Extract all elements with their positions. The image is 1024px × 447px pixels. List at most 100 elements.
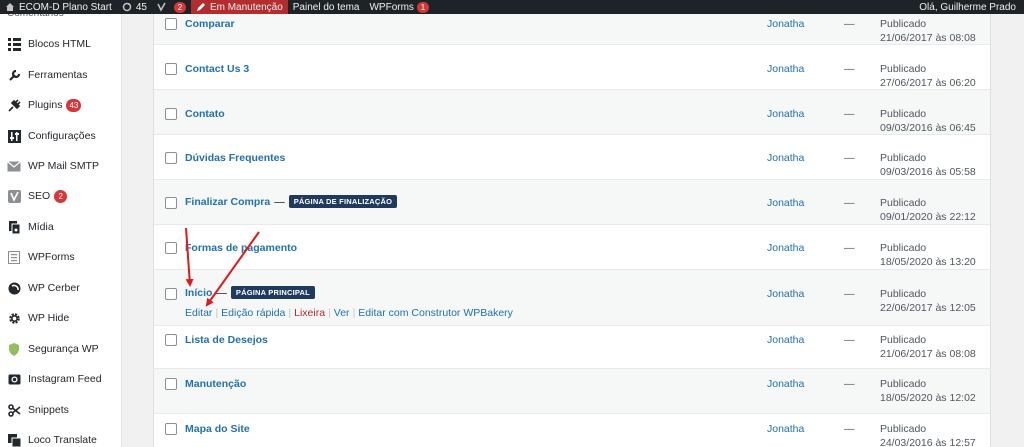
page-title-link[interactable]: Formas de pagamento	[185, 242, 297, 254]
sidebar-item-blocos-html[interactable]: Blocos HTML	[0, 29, 122, 59]
yoast-icon	[7, 189, 21, 203]
author-link[interactable]: Jonatha	[767, 334, 804, 346]
sidebar-label: Snippets	[28, 404, 69, 416]
media-icon	[7, 220, 21, 234]
table-row: Manutenção Jonatha — Publicado 18/05/202…	[154, 369, 990, 414]
refresh-icon	[122, 2, 132, 12]
account-link[interactable]: Olá, Guilherme Prado	[914, 0, 1024, 14]
sidebar-item-snippets[interactable]: Snippets	[0, 395, 122, 425]
sidebar-item-configuracoes[interactable]: Configurações	[0, 121, 122, 151]
maintenance-link[interactable]: Em Manutenção	[190, 0, 288, 14]
date-text: 18/05/2020 às 13:20	[880, 256, 976, 268]
page-title-link[interactable]: Início	[185, 287, 212, 299]
sidebar-item-loco-translate[interactable]: Loco Translate	[0, 425, 122, 447]
sidebar-item-wp-hide[interactable]: WP Hide	[0, 303, 122, 333]
row-checkbox[interactable]	[165, 378, 177, 390]
admin-sidebar: Comentários Blocos HTML Ferramentas Plug…	[0, 8, 122, 447]
sidebar-item-seo[interactable]: SEO 2	[0, 181, 122, 211]
trash-link[interactable]: Lixeira	[294, 307, 325, 319]
gear-icon	[7, 311, 21, 325]
sidebar-label: Ferramentas	[28, 69, 88, 81]
wpbakery-edit-link[interactable]: Editar com Construtor WPBakery	[358, 307, 513, 319]
page-title-link[interactable]: Comparar	[185, 18, 235, 30]
date-text: 27/06/2017 às 06:20	[880, 77, 976, 89]
sidebar-item-plugins[interactable]: Plugins 43	[0, 90, 122, 120]
author-link[interactable]: Jonatha	[767, 18, 804, 30]
page-title-link[interactable]: Lista de Desejos	[185, 334, 268, 346]
page-state-badge: PÁGINA DE FINALIZAÇÃO	[288, 195, 398, 208]
comments-count: —	[844, 152, 855, 164]
sidebar-item-instagram-feed[interactable]: Instagram Feed	[0, 364, 122, 394]
sidebar-item-wp-mail-smtp[interactable]: WP Mail SMTP	[0, 151, 122, 181]
comments-count: —	[844, 288, 855, 300]
sidebar-item-wp-cerber[interactable]: WP Cerber	[0, 273, 122, 303]
page-title-link[interactable]: Dúvidas Frequentes	[185, 152, 285, 164]
title-dash: —	[216, 286, 227, 299]
row-checkbox[interactable]	[165, 423, 177, 435]
site-name: ECOM-D Plano Start	[19, 1, 112, 13]
plugin-icon	[7, 98, 21, 112]
table-row: Mapa do Site Jonatha — Publicado 24/03/2…	[154, 414, 990, 447]
sidebar-item-seguranca-wp[interactable]: Segurança WP	[0, 334, 122, 364]
page-title-link[interactable]: Manutenção	[185, 378, 246, 390]
author-link[interactable]: Jonatha	[767, 378, 804, 390]
table-row: Contato Jonatha — Publicado 09/03/2016 à…	[154, 90, 990, 135]
author-link[interactable]: Jonatha	[767, 197, 804, 209]
page-title-link[interactable]: Contato	[185, 108, 225, 120]
author-link[interactable]: Jonatha	[767, 423, 804, 435]
table-row: Contact Us 3 Jonatha — Publicado 27/06/2…	[154, 45, 990, 90]
sidebar-label: WP Mail SMTP	[28, 160, 99, 172]
sidebar-label: Plugins	[28, 99, 63, 111]
status-text: Publicado	[880, 18, 927, 30]
author-link[interactable]: Jonatha	[767, 63, 804, 75]
row-checkbox[interactable]	[165, 242, 177, 254]
sidebar-item-wpforms[interactable]: WPForms	[0, 242, 122, 272]
wpforms-label: WPForms	[369, 1, 414, 13]
row-checkbox[interactable]	[165, 108, 177, 120]
wpforms-link[interactable]: WPForms 1	[364, 0, 433, 14]
row-checkbox[interactable]	[165, 197, 177, 209]
status-text: Publicado	[880, 288, 927, 300]
shield-icon	[7, 342, 21, 356]
site-name-link[interactable]: ECOM-D Plano Start	[0, 0, 117, 14]
row-checkbox[interactable]	[165, 63, 177, 75]
cerber-icon	[7, 281, 21, 295]
author-link[interactable]: Jonatha	[767, 152, 804, 164]
date-text: 18/05/2020 às 12:02	[880, 392, 976, 404]
status-text: Publicado	[880, 152, 927, 164]
wpforms-count-badge: 1	[416, 1, 429, 13]
sidebar-item-midia[interactable]: Mídia	[0, 212, 122, 242]
theme-panel-link[interactable]: Painel do tema	[288, 0, 365, 14]
home-icon	[6, 3, 14, 11]
row-checkbox[interactable]	[165, 334, 177, 346]
page-title-link[interactable]: Mapa do Site	[185, 423, 250, 435]
sidebar-label: WP Cerber	[28, 282, 80, 294]
row-checkbox[interactable]	[165, 18, 177, 30]
sidebar-label: Loco Translate	[28, 434, 97, 446]
sidebar-label: Blocos HTML	[28, 38, 92, 50]
row-checkbox[interactable]	[165, 288, 177, 300]
table-row: Dúvidas Frequentes Jonatha — Publicado 0…	[154, 135, 990, 180]
author-link[interactable]: Jonatha	[767, 108, 804, 120]
comments-count: —	[844, 197, 855, 209]
status-text: Publicado	[880, 334, 927, 346]
author-link[interactable]: Jonatha	[767, 242, 804, 254]
yoast-icon	[157, 2, 166, 12]
updates-link[interactable]: 45	[117, 0, 152, 14]
comments-count: —	[844, 63, 855, 75]
status-text: Publicado	[880, 423, 927, 435]
seo-count-badge: 2	[173, 1, 186, 13]
sidebar-item-ferramentas[interactable]: Ferramentas	[0, 60, 122, 90]
pages-table: Comparar Jonatha — Publicado 21/06/2017 …	[153, 0, 991, 447]
author-link[interactable]: Jonatha	[767, 288, 804, 300]
edit-link[interactable]: Editar	[185, 307, 212, 319]
quick-edit-link[interactable]: Edição rápida	[221, 307, 285, 319]
theme-panel-label: Painel do tema	[292, 1, 360, 13]
page-title-link[interactable]: Finalizar Compra	[185, 196, 270, 208]
row-checkbox[interactable]	[165, 152, 177, 164]
view-link[interactable]: Ver	[334, 307, 350, 319]
row-actions: Editar | Edição rápida | Lixeira | Ver | Editar …	[185, 307, 513, 319]
seo-count-badge: 2	[54, 189, 68, 203]
page-title-link[interactable]: Contact Us 3	[185, 63, 249, 75]
seo-link[interactable]: 2	[152, 0, 191, 14]
